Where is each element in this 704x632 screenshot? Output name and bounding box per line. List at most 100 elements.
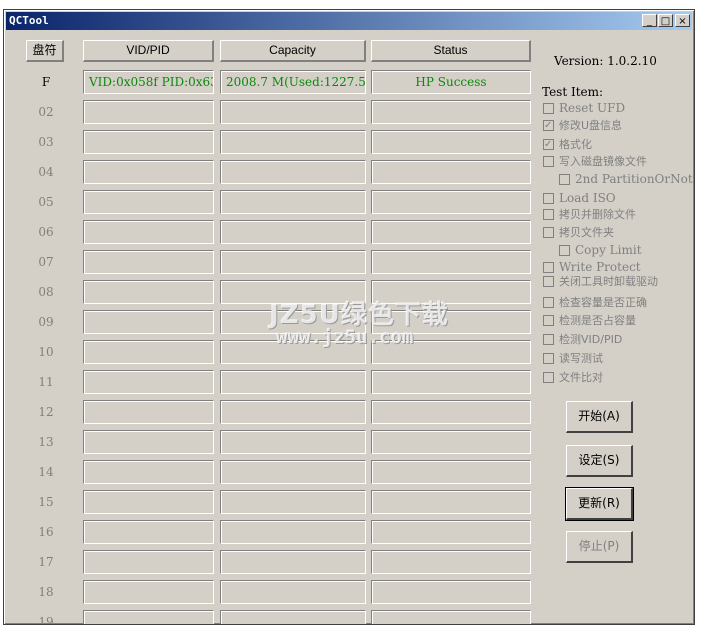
test-item-checkbox[interactable]: 检测VID/PID bbox=[543, 332, 622, 348]
header-vidpid: VID/PID bbox=[83, 40, 214, 62]
test-item-checkbox[interactable]: 关闭工具时卸载驱动 bbox=[543, 274, 658, 290]
status-cell: HP Success bbox=[371, 70, 531, 94]
vidpid-cell bbox=[83, 160, 214, 184]
test-item-checkbox[interactable]: 格式化 bbox=[543, 137, 592, 153]
vidpid-cell bbox=[83, 460, 214, 484]
header-drive: 盘符 bbox=[26, 40, 64, 62]
row-label: 18 bbox=[38, 585, 54, 599]
row-label: 05 bbox=[38, 195, 54, 209]
checkbox-icon[interactable] bbox=[543, 334, 554, 345]
capacity-cell bbox=[220, 250, 366, 274]
row-label: 10 bbox=[38, 345, 54, 359]
checkbox-icon[interactable] bbox=[543, 156, 554, 167]
checkbox-icon[interactable] bbox=[559, 174, 570, 185]
vidpid-cell bbox=[83, 610, 214, 624]
vidpid-cell bbox=[83, 100, 214, 124]
test-item-checkbox[interactable]: Load ISO bbox=[543, 190, 616, 206]
capacity-cell bbox=[220, 370, 366, 394]
checkbox-icon[interactable] bbox=[543, 276, 554, 287]
vidpid-cell bbox=[83, 400, 214, 424]
test-item-checkbox[interactable]: 拷贝文件夹 bbox=[543, 225, 614, 241]
row-label: 16 bbox=[38, 525, 54, 539]
update-button[interactable]: 更新(R) bbox=[565, 487, 634, 521]
row-label: 03 bbox=[38, 135, 54, 149]
close-button[interactable]: × bbox=[675, 14, 690, 27]
checkbox-icon[interactable] bbox=[543, 227, 554, 238]
vidpid-cell bbox=[83, 310, 214, 334]
test-item-label: Load ISO bbox=[559, 191, 616, 205]
vidpid-cell bbox=[83, 490, 214, 514]
checkbox-icon[interactable] bbox=[543, 209, 554, 220]
settings-button[interactable]: 设定(S) bbox=[566, 445, 633, 477]
status-cell bbox=[371, 250, 531, 274]
status-cell bbox=[371, 430, 531, 454]
test-item-checkbox[interactable]: 写入磁盘镜像文件 bbox=[543, 154, 647, 170]
test-item-checkbox[interactable]: 读写测试 bbox=[543, 351, 603, 367]
capacity-cell bbox=[220, 430, 366, 454]
row-label: F bbox=[41, 75, 51, 89]
status-cell bbox=[371, 220, 531, 244]
checkbox-icon[interactable] bbox=[543, 103, 554, 114]
vidpid-cell bbox=[83, 220, 214, 244]
vidpid-cell bbox=[83, 250, 214, 274]
checkbox-icon[interactable] bbox=[559, 245, 570, 256]
capacity-cell bbox=[220, 190, 366, 214]
status-cell bbox=[371, 130, 531, 154]
row-label: 08 bbox=[38, 285, 54, 299]
checkbox-icon[interactable] bbox=[543, 315, 554, 326]
row-label: 13 bbox=[38, 435, 54, 449]
status-cell bbox=[371, 400, 531, 424]
row-label: 17 bbox=[38, 555, 54, 569]
test-item-label: 拷贝文件夹 bbox=[559, 226, 614, 239]
test-item-checkbox[interactable]: 修改U盘信息 bbox=[543, 118, 622, 134]
checkbox-checked-icon[interactable] bbox=[543, 118, 554, 134]
test-item-checkbox[interactable]: Copy Limit bbox=[559, 242, 642, 258]
checkbox-icon[interactable] bbox=[543, 372, 554, 383]
status-cell bbox=[371, 190, 531, 214]
vidpid-cell bbox=[83, 280, 214, 304]
test-item-checkbox[interactable]: 文件比对 bbox=[543, 370, 603, 386]
checkbox-icon[interactable] bbox=[543, 297, 554, 308]
status-cell bbox=[371, 370, 531, 394]
test-item-label: 格式化 bbox=[559, 138, 592, 151]
test-item-label: 拷贝并删除文件 bbox=[559, 208, 636, 221]
capacity-cell bbox=[220, 100, 366, 124]
status-cell bbox=[371, 550, 531, 574]
test-item-label: 检查容量是否正确 bbox=[559, 296, 647, 309]
test-item-checkbox[interactable]: 2nd PartitionOrNot bbox=[559, 171, 693, 187]
maximize-button[interactable]: □ bbox=[658, 14, 673, 27]
row-label: 04 bbox=[38, 165, 54, 179]
row-label: 06 bbox=[38, 225, 54, 239]
watermark-url: www.jz5u.com bbox=[276, 326, 414, 348]
checkbox-icon[interactable] bbox=[543, 193, 554, 204]
capacity-cell bbox=[220, 520, 366, 544]
capacity-cell bbox=[220, 460, 366, 484]
test-item-label: 关闭工具时卸载驱动 bbox=[559, 275, 658, 288]
test-item-label: Reset UFD bbox=[559, 101, 626, 115]
minimize-button[interactable]: _ bbox=[642, 14, 657, 27]
checkbox-checked-icon[interactable] bbox=[543, 137, 554, 153]
capacity-cell: 2008.7 M(Used:1227.5 M) bbox=[220, 70, 366, 94]
checkbox-icon[interactable] bbox=[543, 353, 554, 364]
stop-button[interactable]: 停止(P) bbox=[566, 531, 633, 563]
start-button[interactable]: 开始(A) bbox=[566, 401, 633, 433]
row-label: 12 bbox=[38, 405, 54, 419]
test-item-checkbox[interactable]: Reset UFD bbox=[543, 100, 625, 116]
status-cell bbox=[371, 160, 531, 184]
checkbox-icon[interactable] bbox=[543, 262, 554, 273]
title-bar[interactable]: QCTool _ □ × bbox=[6, 12, 692, 30]
test-item-label: 2nd PartitionOrNot bbox=[575, 172, 693, 186]
test-item-checkbox[interactable]: 拷贝并删除文件 bbox=[543, 207, 636, 223]
capacity-cell bbox=[220, 580, 366, 604]
row-label: 02 bbox=[38, 105, 54, 119]
vidpid-cell bbox=[83, 130, 214, 154]
vidpid-cell bbox=[83, 340, 214, 364]
test-item-checkbox[interactable]: Write Protect bbox=[543, 259, 641, 275]
test-item-checkbox[interactable]: 检测是否占容量 bbox=[543, 313, 636, 329]
test-item-label: 检测是否占容量 bbox=[559, 314, 636, 327]
test-item-label: Test Item: bbox=[542, 85, 604, 99]
row-label: 14 bbox=[38, 465, 54, 479]
test-item-checkbox[interactable]: 检查容量是否正确 bbox=[543, 295, 647, 311]
status-cell bbox=[371, 100, 531, 124]
status-cell bbox=[371, 520, 531, 544]
